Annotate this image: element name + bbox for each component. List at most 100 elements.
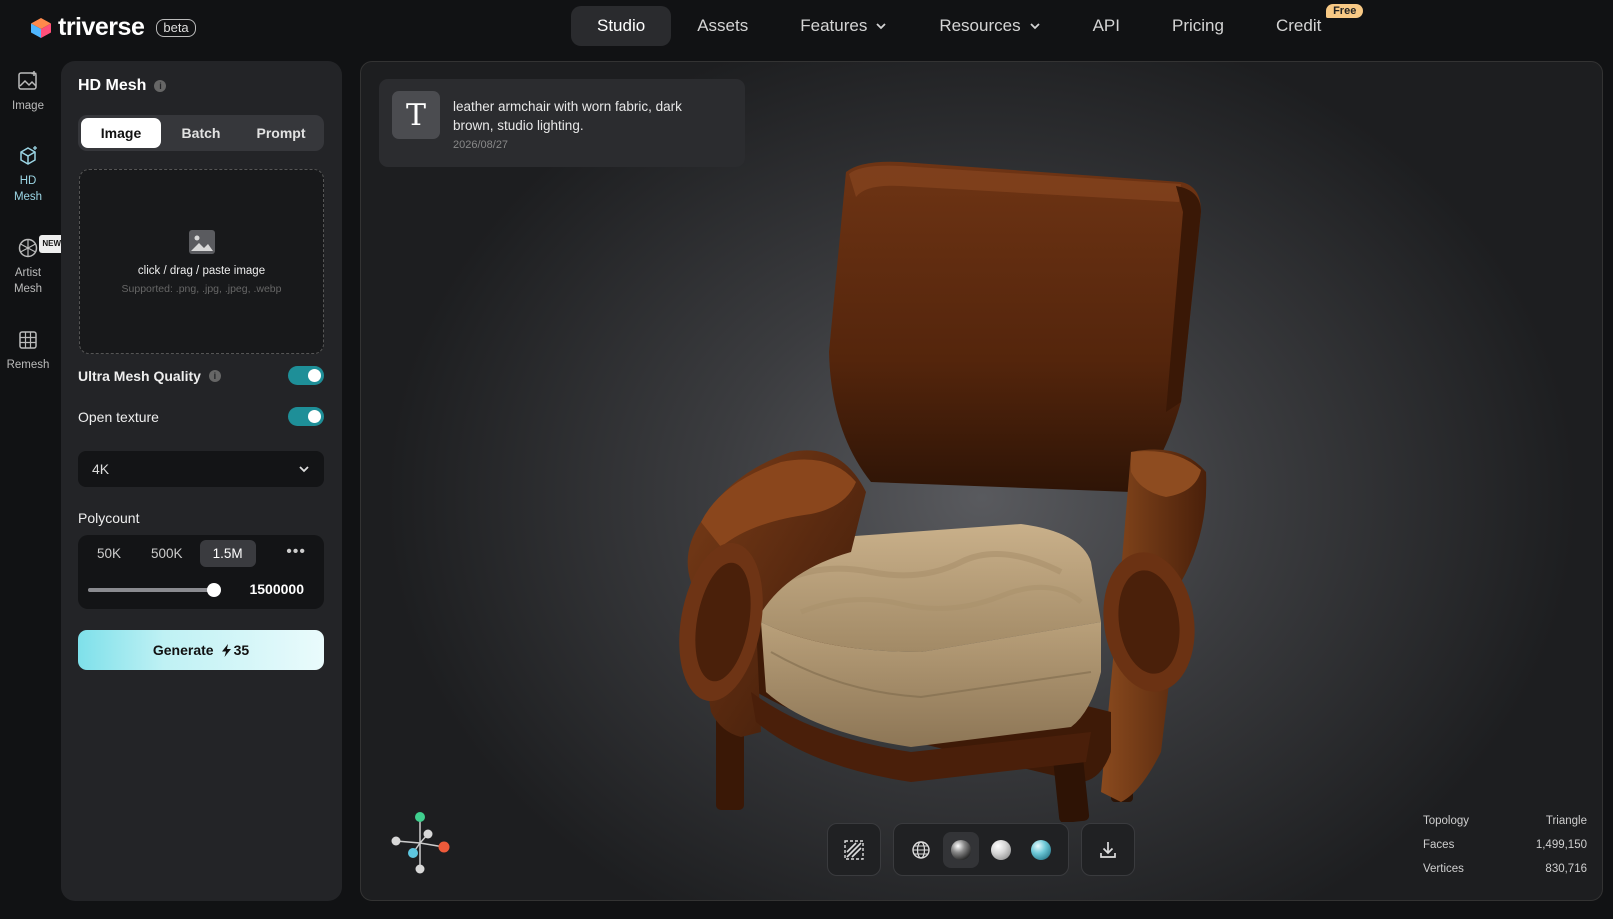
- prompt-text: leather armchair with worn fabric, dark …: [453, 99, 682, 133]
- artist-mesh-icon: [18, 238, 38, 258]
- rail-item-artist-mesh[interactable]: NEW Artist Mesh: [0, 235, 64, 329]
- nav-api[interactable]: API: [1067, 6, 1146, 46]
- open-texture-toggle[interactable]: [288, 407, 324, 426]
- nav-assets[interactable]: Assets: [671, 6, 774, 46]
- tab-image[interactable]: Image: [81, 118, 161, 148]
- upload-image-icon: [188, 229, 215, 254]
- wireframe-toggle-button[interactable]: [836, 832, 872, 868]
- stat-label: Topology: [1423, 815, 1470, 827]
- rail-label-remesh: Remesh: [6, 359, 50, 371]
- nav-credit-label: Credit: [1275, 16, 1322, 35]
- hd-mesh-panel: HD Mesh i Image Batch Prompt click / dra…: [61, 61, 342, 901]
- polycount-option-1.5m[interactable]: 1.5M: [199, 540, 256, 567]
- render-mode-wireframe[interactable]: [903, 832, 939, 868]
- open-texture-label: Open texture: [78, 408, 159, 425]
- free-badge: Free: [1326, 4, 1364, 18]
- image-icon: [18, 71, 37, 90]
- stat-topology: Topology Triangle: [1423, 809, 1587, 833]
- tab-prompt[interactable]: Prompt: [241, 118, 321, 148]
- stat-value: 830,716: [1545, 863, 1587, 875]
- lightning-icon: [221, 643, 231, 657]
- stat-value: Triangle: [1545, 815, 1587, 827]
- nav-api-label: API: [1092, 16, 1120, 35]
- stat-vertices: Vertices 830,716: [1423, 857, 1587, 881]
- textured-sphere-icon: [1031, 839, 1051, 860]
- upload-instructions: click / drag / paste image: [137, 264, 266, 277]
- panel-title: HD Mesh i: [78, 77, 167, 95]
- hd-mesh-icon: [20, 146, 37, 165]
- wireframe-toolbar: [827, 823, 881, 876]
- rail-label-hd-mesh: HD Mesh: [13, 175, 43, 203]
- info-icon[interactable]: i: [154, 80, 167, 92]
- polycount-slider[interactable]: [88, 583, 221, 597]
- rail-item-remesh[interactable]: Remesh: [0, 329, 56, 389]
- ultra-mesh-toggle[interactable]: [288, 366, 324, 385]
- polycount-presets: 50K 500K 1.5M: [84, 540, 256, 567]
- render-mode-toolbar: [893, 823, 1069, 876]
- mesh-stats: Topology Triangle Faces 1,499,150 Vertic…: [1423, 809, 1587, 881]
- slider-fill: [88, 588, 214, 592]
- brand-name: triverse: [58, 13, 145, 41]
- chevron-down-icon: [876, 23, 886, 30]
- image-upload-dropzone[interactable]: click / drag / paste image Supported: .p…: [79, 169, 324, 354]
- top-navigation-bar: triverse beta Studio Assets Features Res…: [0, 0, 1613, 52]
- generate-button[interactable]: Generate 35: [78, 630, 324, 670]
- nav-pricing-label: Pricing: [1172, 16, 1224, 35]
- hatch-pattern-icon: [844, 839, 864, 860]
- rail-label-artist-mesh: Artist Mesh: [13, 267, 43, 295]
- polycount-value: 1500000: [249, 581, 304, 597]
- chevron-down-icon: [299, 466, 309, 473]
- upload-supported-formats: Supported: .png, .jpg, .jpeg, .webp: [121, 282, 282, 295]
- logo[interactable]: triverse beta: [30, 13, 196, 42]
- clay-sphere-icon: [991, 839, 1011, 860]
- download-toolbar: [1081, 823, 1135, 876]
- polycount-option-500k[interactable]: 500K: [138, 540, 196, 567]
- nav-resources-label: Resources: [939, 16, 1021, 35]
- tool-rail: Image HD Mesh NEW Artist Mesh Remesh: [0, 70, 64, 389]
- nav-features-label: Features: [800, 16, 868, 35]
- render-mode-matcap[interactable]: [943, 831, 979, 868]
- panel-title-text: HD Mesh: [78, 77, 147, 94]
- render-mode-clay[interactable]: [983, 832, 1019, 868]
- rail-item-hd-mesh[interactable]: HD Mesh: [0, 145, 56, 237]
- tab-batch[interactable]: Batch: [161, 118, 241, 148]
- stat-label: Faces: [1423, 839, 1455, 851]
- stat-faces: Faces 1,499,150: [1423, 833, 1587, 857]
- prompt-date: 2026/08/27: [453, 139, 509, 151]
- polycount-option-50k[interactable]: 50K: [84, 540, 134, 567]
- info-icon[interactable]: i: [208, 369, 221, 382]
- credit-cost: 35: [221, 642, 250, 658]
- nav-resources[interactable]: Resources: [913, 6, 1066, 46]
- triverse-logo-icon: [31, 17, 51, 38]
- rail-label-image: Image: [12, 100, 44, 112]
- generate-label: Generate: [152, 642, 214, 658]
- nav-studio-label: Studio: [597, 16, 646, 35]
- open-texture-row: Open texture: [78, 407, 324, 426]
- globe-icon: [912, 840, 930, 859]
- input-mode-tabs: Image Batch Prompt: [78, 115, 324, 151]
- dark-sphere-icon: [951, 839, 971, 860]
- texture-resolution-select[interactable]: 4K: [78, 451, 324, 487]
- main-nav: Studio Assets Features Resources API Pri…: [571, 4, 1364, 46]
- text-prompt-icon: T: [392, 91, 440, 139]
- nav-pricing[interactable]: Pricing: [1146, 6, 1250, 46]
- remesh-icon: [19, 331, 37, 349]
- download-button[interactable]: [1090, 832, 1126, 868]
- stat-label: Vertices: [1423, 863, 1464, 875]
- nav-studio[interactable]: Studio: [571, 6, 672, 46]
- render-mode-textured[interactable]: [1023, 832, 1059, 868]
- axis-gizmo[interactable]: [386, 807, 456, 877]
- rail-item-image[interactable]: Image: [0, 70, 56, 145]
- ultra-mesh-label: Ultra Mesh Quality i: [78, 368, 221, 384]
- download-icon: [1100, 841, 1116, 858]
- texture-resolution-value: 4K: [92, 461, 110, 477]
- nav-features[interactable]: Features: [774, 6, 913, 46]
- nav-credit[interactable]: Credit Free: [1250, 4, 1364, 46]
- 3d-viewport[interactable]: T leather armchair with worn fabric, dar…: [360, 61, 1603, 901]
- slider-handle[interactable]: [207, 583, 221, 597]
- chevron-down-icon: [1029, 23, 1040, 30]
- polycount-control: 50K 500K 1.5M ••• 1500000: [78, 535, 324, 609]
- credit-cost-value: 35: [233, 642, 250, 658]
- beta-badge: beta: [156, 18, 196, 37]
- more-options-icon[interactable]: •••: [286, 543, 306, 561]
